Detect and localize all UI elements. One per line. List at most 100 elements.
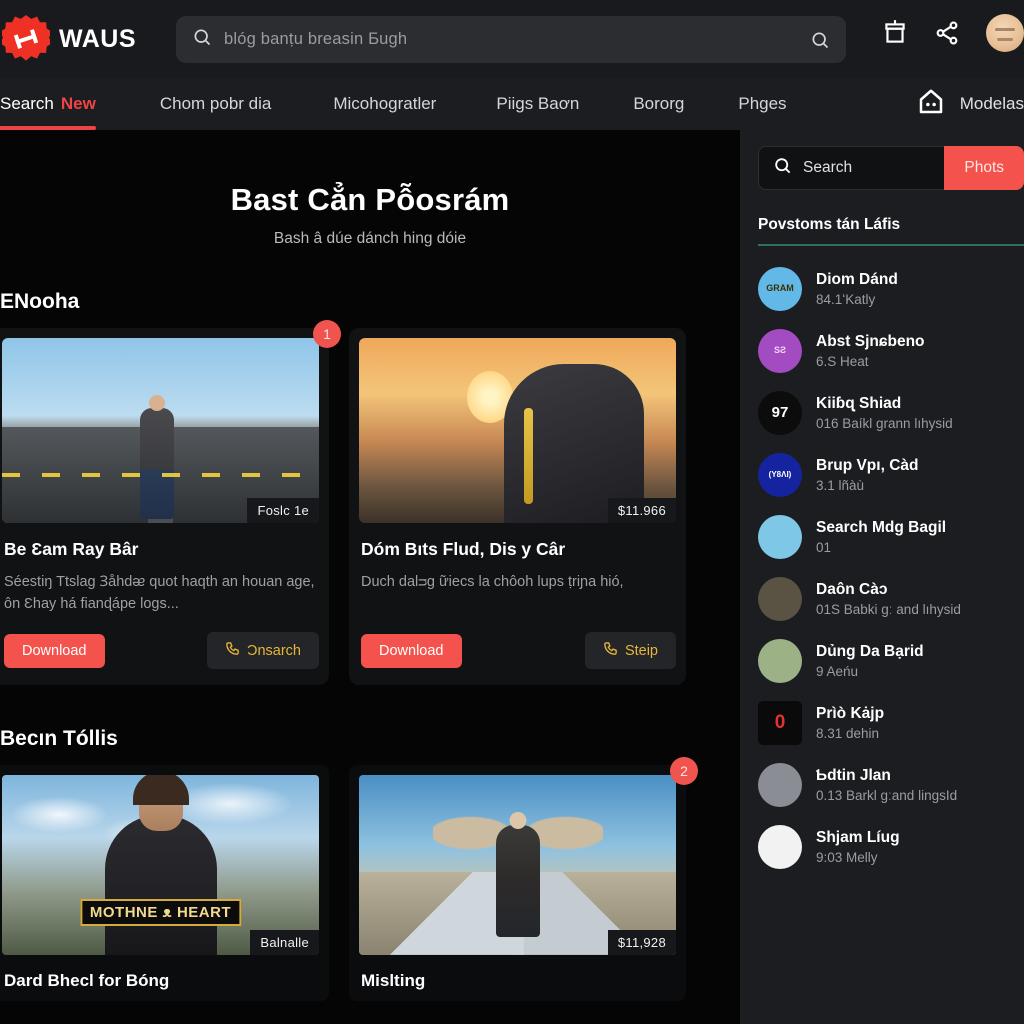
list-item-title: Search Mdɡ Bagil <box>816 519 947 536</box>
card-thumbnail[interactable]: Foslc 1e <box>2 338 319 523</box>
phone-icon <box>225 641 240 660</box>
thumbnail-tag: Foslc 1e <box>247 498 319 523</box>
nav-item-search[interactable]: Search New <box>0 78 96 130</box>
sidebar-search-placeholder: Search <box>803 159 853 176</box>
avatar <box>758 763 802 807</box>
nav-item-1[interactable]: Chom pobr dia <box>160 78 272 130</box>
list-item[interactable]: Search Mdɡ Bagil 01 <box>740 506 1024 568</box>
avatar: 97 <box>758 391 802 435</box>
list-item-subtitle: 9 Aeńu <box>816 664 859 679</box>
top-bar: WAUS blóg banṭu breasin Ƃugh <box>0 0 1024 78</box>
avatar <box>758 825 802 869</box>
list-item-subtitle: 8.31 dehin <box>816 726 880 741</box>
nav-item-3[interactable]: Piigs Baơn <box>496 78 579 130</box>
card-badge: 1 <box>313 320 341 348</box>
nav-label-search: Search <box>0 94 54 113</box>
list-item-subtitle: 9:03 Melly <box>816 850 878 865</box>
card-description: Duch dalᴝg ữiecs la chôoh lups ṭriɲa hió… <box>361 574 624 590</box>
list-item-subtitle: 0.13 Barkl gːand lingsId <box>816 788 958 803</box>
card-title: Dóm Bıts Flud, Dis y Câr <box>361 539 566 559</box>
list-item-title: Ƅdtin Jlan <box>816 767 891 784</box>
top-actions <box>882 14 1024 52</box>
list-item[interactable]: Ƅdtin Jlan 0.13 Barkl gːand lingsId <box>740 754 1024 816</box>
brand-logo[interactable]: WAUS <box>2 15 174 63</box>
list-item[interactable]: 0 Prìò Kȧjp 8.31 dehin <box>740 692 1024 754</box>
nav-trailing-modelas[interactable]: Modelas <box>916 78 1024 130</box>
house-robot-icon <box>916 87 946 122</box>
list-item-subtitle: 01S Babki gː and lıhysid <box>816 602 961 617</box>
list-item-title: Brup Vpı, Càd <box>816 457 919 474</box>
secondary-action-button[interactable]: Steip <box>584 632 676 669</box>
list-item-subtitle: 01 <box>816 540 832 555</box>
nav-item-5[interactable]: Phges <box>738 78 786 130</box>
list-item-title: Dủng Da Bạrid <box>816 643 924 660</box>
card-thumbnail[interactable]: $11.966 <box>359 338 676 523</box>
avatar: (Y8ΛI) <box>758 453 802 497</box>
page-title: Bast Cẳn Pỗosrám <box>230 182 510 217</box>
avatar: 0 <box>758 701 802 745</box>
section-title-0: ENooha <box>0 290 80 313</box>
download-button[interactable]: Download <box>361 633 462 668</box>
nav-item-4[interactable]: Bororg <box>633 78 684 130</box>
secondary-action-label: Steip <box>624 642 658 659</box>
card-title: Mislting <box>361 971 426 990</box>
feature-card[interactable]: 1 Foslc 1e Be Ɛam Ray Bâr Séestiŋ Ttslag… <box>0 320 341 685</box>
thumbnail-tag: Balnalle <box>250 930 319 955</box>
starburst-logo-icon <box>2 15 50 61</box>
thumbnail-price-tag: $11.966 <box>607 498 676 523</box>
list-item-subtitle: 016 Baíkl grann lıhysid <box>816 416 953 431</box>
avatar[interactable] <box>986 14 1024 52</box>
card-title: Dard Bhecl for Bóng <box>4 971 170 990</box>
search-icon <box>773 156 792 180</box>
avatar: GRAM <box>758 267 802 311</box>
card-thumbnail[interactable]: $11,928 <box>359 775 676 955</box>
card-thumbnail[interactable]: MOTHNE ᴥ HEART Balnalle <box>2 775 319 955</box>
card-title: Be Ɛam Ray Bâr <box>4 539 139 559</box>
list-item[interactable]: (Y8ΛI) Brup Vpı, Càd 3.1 lñàù <box>740 444 1024 506</box>
sidebar-search-input[interactable]: Search <box>758 146 945 190</box>
list-item-title: Prìò Kȧjp <box>816 705 885 722</box>
list-item-title: Diom Dánd <box>816 271 898 288</box>
section-1-cards: MOTHNE ᴥ HEART Balnalle Dard Bhecl for B… <box>0 757 740 1001</box>
card-description: Séestiŋ Ttslag Ɜåhdᴂ quot haqth an houan… <box>4 574 315 612</box>
media-card[interactable]: 2 $11,928 Mislting <box>349 757 698 1001</box>
list-item-title: Kiiɓɋ Shiad <box>816 395 902 412</box>
list-item-subtitle: 84.1ʻKatly <box>816 292 876 307</box>
download-button[interactable]: Download <box>4 633 105 668</box>
thumbnail-art-agent: MOTHNE ᴥ HEART <box>2 775 319 955</box>
global-search-bar[interactable]: blóg banṭu breasin Ƃugh <box>176 16 846 63</box>
right-sidebar: Search Phots Povstoms tán Láfis GRAM Dio… <box>740 130 1024 1024</box>
avatar: SƧ <box>758 329 802 373</box>
list-item[interactable]: Dủng Da Bạrid 9 Aeńu <box>740 630 1024 692</box>
thumbnail-overlay-logo: MOTHNE ᴥ HEART <box>79 899 242 927</box>
feature-card[interactable]: $11.966 Dóm Bıts Flud, Dis y Câr Duch da… <box>349 328 686 685</box>
share-icon[interactable] <box>934 20 960 46</box>
avatar <box>758 515 802 559</box>
secondary-action-button[interactable]: Ɔnsarch <box>207 632 319 669</box>
list-item[interactable]: 97 Kiiɓɋ Shiad 016 Baíkl grann lıhysid <box>740 382 1024 444</box>
phone-icon <box>603 641 618 660</box>
thumbnail-art-city <box>2 338 319 523</box>
search-icon <box>192 27 212 52</box>
search-input[interactable]: blóg banṭu breasin Ƃugh <box>224 30 798 49</box>
nav-badge-new: New <box>60 94 96 113</box>
page-subtitle: Bash â dúe dánch hing dóie <box>273 230 467 247</box>
nav-item-2[interactable]: Micohogratler <box>333 78 436 130</box>
card-actions: Download Steip <box>361 632 676 669</box>
sidebar-search-row: Search Phots <box>758 146 1024 190</box>
thumbnail-art-wings <box>359 775 676 955</box>
media-card[interactable]: MOTHNE ᴥ HEART Balnalle Dard Bhecl for B… <box>0 765 329 1001</box>
thumbnail-art-dusk <box>359 338 676 523</box>
list-item-subtitle: 3.1 lñàù <box>816 478 865 493</box>
sidebar-heading: Povstoms tán Láfis <box>758 216 901 233</box>
search-submit-icon[interactable] <box>810 30 830 50</box>
nav-trailing-label: Modelas <box>959 94 1024 113</box>
list-item[interactable]: SƧ Abst Sjnɕbeno 6.S Heat <box>740 320 1024 382</box>
list-item[interactable]: GRAM Diom Dánd 84.1ʻKatly <box>740 258 1024 320</box>
archive-box-icon[interactable] <box>882 19 908 47</box>
list-item[interactable]: Shjam Líug 9:03 Melly <box>740 816 1024 878</box>
photos-button[interactable]: Phots <box>944 146 1024 190</box>
card-badge: 2 <box>670 757 698 785</box>
thumbnail-price-tag: $11,928 <box>607 930 676 955</box>
list-item[interactable]: Daôn Càɔ 01S Babki gː and lıhysid <box>740 568 1024 630</box>
